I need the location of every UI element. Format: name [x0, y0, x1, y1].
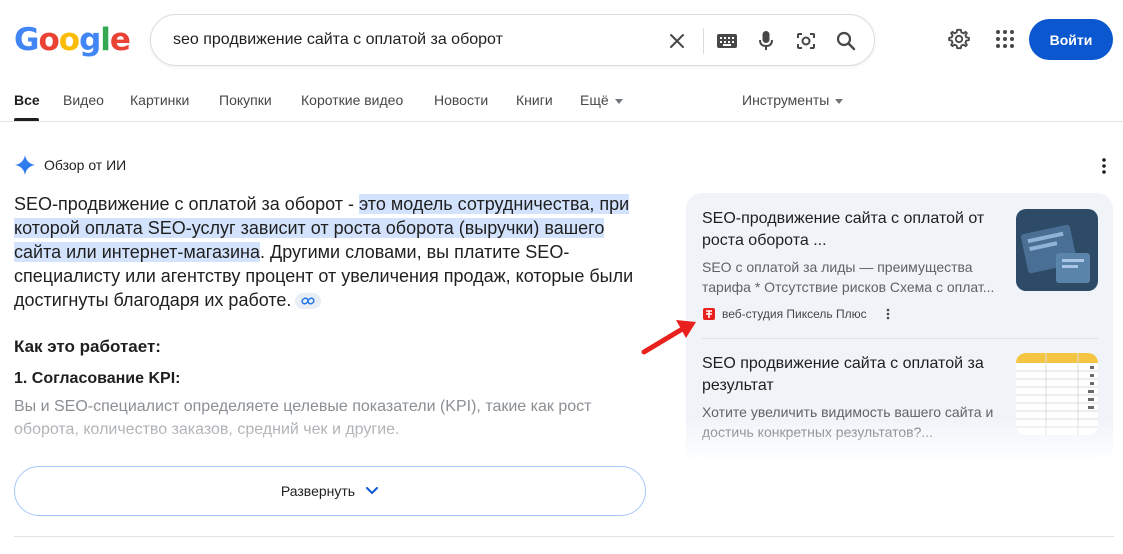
logo-letter: o	[58, 22, 80, 58]
keyboard-icon[interactable]	[713, 27, 741, 55]
logo-letter: o	[38, 22, 59, 58]
source-snippet: SEO с оплатой за лиды — преимущества тар…	[702, 259, 995, 295]
source-site-row: веб-студия Пиксель Плюс	[702, 307, 1098, 321]
tab-shopping[interactable]: Покупки	[219, 92, 272, 108]
tools-label: Инструменты	[742, 92, 830, 108]
tab-news[interactable]: Новости	[434, 92, 488, 108]
search-divider	[703, 28, 704, 54]
tab-more-label: Ещё	[580, 92, 609, 108]
link-icon[interactable]	[295, 293, 322, 310]
apps-grid-icon[interactable]	[991, 25, 1019, 53]
gemini-sparkle-icon	[14, 154, 36, 176]
close-icon[interactable]	[663, 27, 691, 55]
search-icon[interactable]	[832, 27, 860, 55]
ai-overview-header: Обзор от ИИ	[14, 154, 126, 176]
site-favicon-icon	[703, 308, 715, 320]
microphone-icon[interactable]	[752, 27, 780, 55]
chevron-down-icon	[366, 487, 379, 495]
ai-overview-title: Обзор от ИИ	[44, 157, 127, 173]
chevron-down-icon	[614, 98, 623, 104]
expand-button[interactable]: Развернуть	[14, 466, 646, 516]
how-it-works-heading: Как это работает:	[14, 337, 161, 356]
tab-short-videos[interactable]: Короткие видео	[301, 92, 403, 108]
tab-all[interactable]: Все	[14, 92, 40, 108]
logo-letter: g	[79, 22, 101, 58]
source-divider	[702, 338, 1098, 339]
more-options-icon[interactable]	[883, 307, 893, 321]
logo-letter: e	[109, 22, 131, 58]
source-thumbnail[interactable]	[1016, 209, 1098, 291]
active-tab-indicator	[14, 118, 39, 121]
chevron-down-icon	[835, 98, 844, 104]
ai-overview-text: SEO-продвижение с оплатой за оборот - эт…	[14, 192, 654, 312]
logo-letter: l	[100, 22, 111, 58]
section-divider	[14, 536, 1114, 537]
tools-button[interactable]: Инструменты	[742, 92, 844, 108]
login-button[interactable]: Войти	[1029, 19, 1113, 60]
gear-icon[interactable]	[945, 25, 973, 53]
tab-video[interactable]: Видео	[63, 92, 104, 108]
expand-label: Развернуть	[280, 483, 356, 499]
tab-images[interactable]: Картинки	[130, 92, 189, 108]
source-title[interactable]: SEO-продвижение сайта с оплатой от роста…	[702, 208, 1002, 252]
search-tabs: Все Видео Картинки Покупки Короткие виде…	[0, 88, 1123, 122]
annotation-arrow-icon	[641, 320, 696, 355]
search-box[interactable]: seo продвижение сайта с оплатой за оборо…	[150, 14, 875, 66]
ai-text-intro: SEO-продвижение с оплатой за оборот -	[14, 194, 360, 214]
search-input[interactable]: seo продвижение сайта с оплатой за оборо…	[173, 31, 503, 49]
tab-more[interactable]: Ещё	[580, 92, 623, 108]
sources-fade-overlay	[686, 418, 1113, 463]
source-site-name[interactable]: веб-студия Пиксель Плюс	[722, 307, 867, 321]
tab-books[interactable]: Книги	[516, 92, 553, 108]
source-title[interactable]: SEO продвижение сайта с оплатой за резул…	[702, 353, 1002, 397]
camera-lens-icon[interactable]	[792, 27, 820, 55]
text-fade-overlay	[0, 410, 680, 470]
google-logo[interactable]: Google	[14, 22, 131, 58]
sources-panel: SEO-продвижение сайта с оплатой от роста…	[686, 193, 1113, 463]
step-1-title: 1. Согласование KPI:	[14, 370, 181, 387]
more-options-icon[interactable]	[1096, 156, 1112, 176]
logo-letter: G	[14, 22, 39, 58]
